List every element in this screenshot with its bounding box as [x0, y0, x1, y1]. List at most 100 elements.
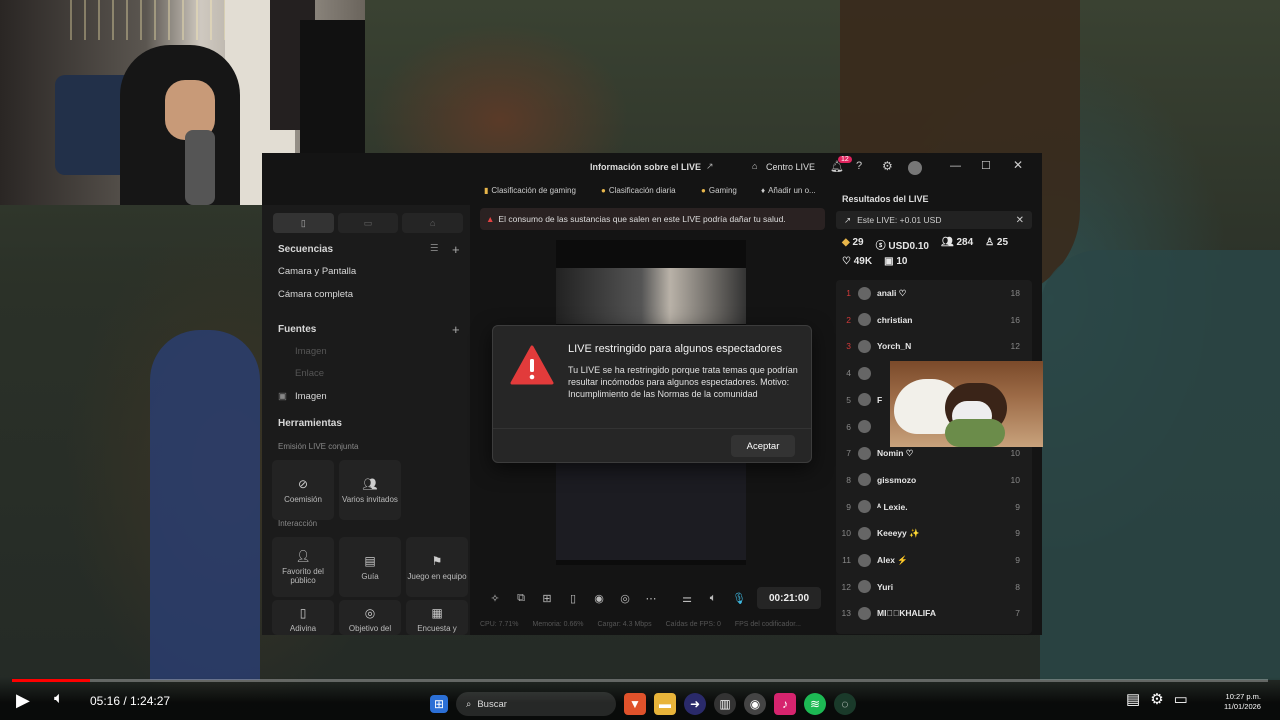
app-circle-icon[interactable]: ◌: [834, 693, 856, 715]
close-icon[interactable]: ✕: [1016, 215, 1024, 226]
minimize-icon[interactable]: —: [950, 160, 961, 172]
game-icon: ●: [701, 186, 706, 195]
add-source-button[interactable]: +: [452, 322, 460, 337]
users-icon: 👥︎: [362, 476, 378, 491]
favorito-tool[interactable]: 👤︎ Favorito del público: [272, 537, 334, 597]
taskbar: ⊞ ⌕ Buscar ▼ ▬ ➜ ▥ ◉ ♪ ≋ ◌: [430, 689, 870, 719]
share-icon[interactable]: ↗: [706, 161, 714, 172]
list-item[interactable]: 10 Keeeyy ✨ 9: [836, 520, 1032, 546]
flame-icon: ●: [601, 186, 606, 195]
daily-ranking-chip[interactable]: ● Clasificación diaria: [601, 186, 676, 195]
portrait-tab[interactable]: ▯: [273, 213, 334, 233]
sliders-icon[interactable]: ⚌: [676, 592, 698, 605]
volume-icon[interactable]: 🔈︎: [54, 690, 64, 708]
list-item[interactable]: 1 anali ♡ 18: [836, 280, 1032, 306]
poll-icon: ▦: [431, 606, 443, 620]
spotify-icon[interactable]: ≋: [804, 693, 826, 715]
folder-icon[interactable]: ▬: [654, 693, 676, 715]
app-icon[interactable]: ▥: [714, 693, 736, 715]
user-star-icon: 👤︎: [295, 549, 311, 563]
fuentes-heading: Fuentes: [278, 324, 317, 335]
list-item[interactable]: 9ᴬ Lexie. 9: [836, 494, 1032, 520]
lock-tab[interactable]: ⌂: [402, 213, 464, 233]
live-timer: 00:21:00: [757, 587, 821, 609]
more-icon[interactable]: ⋯: [640, 592, 662, 605]
miniplayer-icon[interactable]: ▭: [1174, 690, 1188, 708]
live-info-link[interactable]: Información sobre el LIVE: [590, 162, 701, 172]
camera-tab[interactable]: ▭: [337, 213, 399, 233]
centro-live-link[interactable]: Centro LIVE: [766, 162, 815, 172]
record-icon[interactable]: ◉: [588, 592, 610, 605]
maximize-icon[interactable]: ☐: [981, 159, 991, 172]
trend-icon: ↗: [844, 214, 852, 225]
guia-tool[interactable]: ▤ Guía: [339, 537, 401, 597]
list-item[interactable]: 2 christian 16: [836, 307, 1032, 333]
taskbar-search[interactable]: ⌕ Buscar: [456, 692, 616, 716]
ranking-list: 1 anali ♡ 18 2 christian 16 3 Yorch_N 12 4 5F …: [836, 280, 1032, 634]
system-clock: 10:27 p.m. 11/01/2026: [1224, 692, 1261, 711]
card-icon: ▯: [299, 606, 307, 620]
add-sequence-button[interactable]: +: [452, 242, 460, 257]
search-icon: ⌕: [466, 698, 472, 710]
windows-start-icon[interactable]: ⊞: [430, 695, 448, 713]
content-warning: ▲ El consumo de las sustancias que salen …: [480, 208, 825, 230]
settings-icon[interactable]: ⚙: [1150, 690, 1163, 708]
app-arrow-icon[interactable]: ➜: [684, 693, 706, 715]
gaming-ranking-chip[interactable]: ▮ Clasificación de gaming: [484, 186, 576, 195]
help-icon[interactable]: ?: [856, 160, 862, 172]
sequence-item[interactable]: Camara y Pantalla: [278, 266, 356, 277]
orientation-tabs: ▯ ▭ ⌂: [273, 213, 464, 233]
stats-row-1: ◆ 29 ⓢ USD0.10 👥︎ 284 ♙ 25: [842, 237, 1009, 252]
herramientas-heading: Herramientas: [278, 418, 342, 429]
studio-titlebar: Información sobre el LIVE ↗ ⌂ Centro LIV…: [468, 153, 1042, 184]
link-icon: ⊘: [297, 476, 309, 491]
tiktok-icon[interactable]: ♪: [774, 693, 796, 715]
subtitles-icon[interactable]: ▤: [1126, 690, 1140, 708]
camera-settings-icon[interactable]: ◎: [614, 592, 636, 605]
volume-icon[interactable]: 🔈︎: [702, 592, 724, 605]
avatar[interactable]: [908, 161, 922, 175]
list-item[interactable]: 12 Yuri 8: [836, 574, 1032, 600]
heart-icon: ♡: [842, 256, 851, 267]
list-icon[interactable]: ☰: [430, 243, 439, 254]
accept-button[interactable]: Aceptar: [731, 435, 795, 457]
gaming-chip[interactable]: ● Gaming: [701, 186, 737, 195]
add-chip[interactable]: ♦ Añadir un o...: [761, 186, 816, 195]
background-figure-dress: [150, 330, 260, 680]
mic-icon[interactable]: 🎙︎: [728, 592, 750, 605]
list-item[interactable]: 3 Yorch_N 12: [836, 333, 1032, 359]
objetivo-tool[interactable]: ◎ Objetivo del: [339, 600, 401, 635]
list-item[interactable]: 13 MI⃝⃝KHALIFA 7: [836, 600, 1032, 626]
video-progress-bar[interactable]: [12, 679, 1268, 682]
dialog-body: Tu LIVE se ha restringido porque trata t…: [568, 365, 798, 399]
magic-icon[interactable]: ✧: [484, 592, 506, 605]
obs-icon[interactable]: ◉: [744, 693, 766, 715]
brave-icon[interactable]: ▼: [624, 693, 646, 715]
results-title: Resultados del LIVE: [842, 194, 929, 204]
coemision-tool[interactable]: ⊘ Coemisión: [272, 460, 334, 520]
list-item[interactable]: 11 Alex ⚡ 9: [836, 547, 1032, 573]
encuesta-tool[interactable]: ▦ Encuesta y: [406, 600, 468, 635]
gear-icon[interactable]: ⚙: [882, 159, 893, 173]
effects-icon[interactable]: ⧉: [510, 592, 532, 605]
sequence-item[interactable]: Cámara completa: [278, 289, 353, 300]
phone-icon[interactable]: ▯: [562, 592, 584, 605]
perf-stats: CPU: 7.71% Memoria: 0.66% Cargar: 4.3 Mbps…: [480, 621, 802, 628]
play-icon[interactable]: ▶: [16, 690, 30, 711]
varios-invitados-tool[interactable]: 👥︎ Varios invitados: [339, 460, 401, 520]
gift-icon: ▣: [884, 256, 894, 267]
juego-tool[interactable]: ⚑ Juego en equipo: [406, 537, 468, 597]
close-icon[interactable]: ✕: [1013, 158, 1023, 172]
list-item[interactable]: 8 gissmozo 10: [836, 467, 1032, 493]
team-icon: ⚑: [431, 553, 443, 568]
image-icon: ▣: [278, 391, 287, 402]
add-scene-icon[interactable]: ⊞: [536, 592, 558, 605]
home-icon[interactable]: ⌂: [752, 161, 757, 171]
progress-fill: [12, 679, 90, 682]
emision-heading: Emisión LIVE conjunta: [278, 442, 359, 451]
diamond-icon: ◆: [842, 237, 850, 248]
restriction-dialog: LIVE restringido para algunos espectador…: [492, 325, 812, 463]
source-item[interactable]: Enlace: [278, 368, 324, 379]
source-item[interactable]: Imagen: [278, 346, 327, 357]
adivina-tool[interactable]: ▯ Adivina: [272, 600, 334, 635]
